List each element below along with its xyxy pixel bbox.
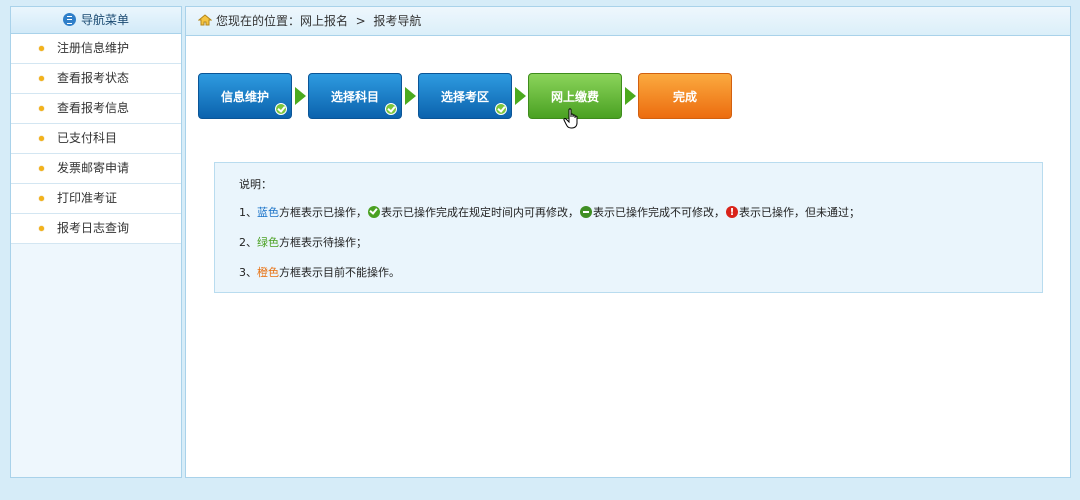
instruction-line-2: 2、绿色方框表示待操作； bbox=[239, 235, 1042, 251]
step-select-area[interactable]: 选择考区 bbox=[418, 73, 512, 119]
sidebar-item-label: 已支付科目 bbox=[57, 131, 118, 145]
breadcrumb-prefix: 您现在的位置： bbox=[216, 14, 301, 28]
instruction-line-1: 1、蓝色方框表示已操作， 表示已操作完成在规定时间内可再修改， 表示已操作完成不可修… bbox=[239, 205, 1042, 221]
sidebar-item-paid-subjects[interactable]: 已支付科目 bbox=[11, 124, 181, 154]
line-text: 表示已操作，但未通过； bbox=[739, 206, 860, 219]
sidebar-item-label: 查看报考信息 bbox=[57, 101, 130, 115]
bullet-icon bbox=[39, 166, 44, 171]
arrow-right-icon bbox=[295, 87, 306, 105]
sidebar-item-exam-log[interactable]: 报考日志查询 bbox=[11, 214, 181, 244]
check-icon bbox=[495, 103, 507, 115]
sidebar: 导航菜单 注册信息维护 查看报考状态 查看报考信息 已支付科目 发票邮寄申请 打… bbox=[10, 6, 182, 478]
instruction-line-3: 3、橙色方框表示目前不能操作。 bbox=[239, 265, 1042, 281]
arrow-right-icon bbox=[515, 87, 526, 105]
sidebar-item-exam-status[interactable]: 查看报考状态 bbox=[11, 64, 181, 94]
line-text: 方框表示目前不能操作。 bbox=[279, 266, 400, 279]
sidebar-item-label: 打印准考证 bbox=[57, 191, 118, 205]
step-label: 选择科目 bbox=[330, 90, 379, 104]
bullet-icon bbox=[39, 136, 44, 141]
step-label: 选择考区 bbox=[440, 90, 489, 104]
color-word-green: 绿色 bbox=[257, 236, 279, 249]
minus-circle-icon bbox=[580, 206, 592, 218]
menu-icon bbox=[62, 13, 76, 26]
breadcrumb-separator: > bbox=[355, 14, 366, 28]
check-circle-icon bbox=[368, 206, 380, 218]
error-circle-icon bbox=[726, 205, 738, 221]
line-prefix: 1、 bbox=[239, 206, 257, 219]
breadcrumb-item-online-registration[interactable]: 网上报名 bbox=[300, 14, 348, 28]
main-panel: 您现在的位置：网上报名 > 报考导航 信息维护 选择科目 选择考区 网上缴费 完… bbox=[185, 6, 1071, 478]
sidebar-header: 导航菜单 bbox=[11, 7, 181, 34]
bullet-icon bbox=[39, 196, 44, 201]
step-complete[interactable]: 完成 bbox=[638, 73, 732, 119]
step-label: 完成 bbox=[672, 90, 697, 104]
step-info-maintain[interactable]: 信息维护 bbox=[198, 73, 292, 119]
line-text: 方框表示待操作； bbox=[279, 236, 367, 249]
sidebar-item-label: 注册信息维护 bbox=[57, 41, 130, 55]
line-text: 表示已操作完成在规定时间内可再修改， bbox=[381, 206, 579, 219]
line-prefix: 3、 bbox=[239, 266, 257, 279]
arrow-right-icon bbox=[625, 87, 636, 105]
sidebar-item-label: 发票邮寄申请 bbox=[57, 161, 130, 175]
line-text: 表示已操作完成不可修改， bbox=[593, 206, 725, 219]
sidebar-item-label: 报考日志查询 bbox=[57, 221, 130, 235]
step-label: 信息维护 bbox=[220, 90, 269, 104]
sidebar-item-label: 查看报考状态 bbox=[57, 71, 130, 85]
step-select-subject[interactable]: 选择科目 bbox=[308, 73, 402, 119]
bullet-icon bbox=[39, 76, 44, 81]
bullet-icon bbox=[39, 46, 44, 51]
check-icon bbox=[275, 103, 287, 115]
color-word-orange: 橙色 bbox=[257, 266, 279, 279]
breadcrumb-item-exam-navigation: 报考导航 bbox=[373, 14, 422, 28]
sidebar-item-invoice-mail[interactable]: 发票邮寄申请 bbox=[11, 154, 181, 184]
line-text: 方框表示已操作， bbox=[279, 206, 367, 219]
home-icon bbox=[198, 14, 212, 26]
sidebar-menu: 注册信息维护 查看报考状态 查看报考信息 已支付科目 发票邮寄申请 打印准考证 … bbox=[11, 34, 181, 244]
sidebar-item-exam-info[interactable]: 查看报考信息 bbox=[11, 94, 181, 124]
color-word-blue: 蓝色 bbox=[257, 206, 279, 219]
step-label: 网上缴费 bbox=[550, 90, 599, 104]
instructions-box: 说明： 1、蓝色方框表示已操作， 表示已操作完成在规定时间内可再修改， 表示已操作完… bbox=[214, 162, 1043, 293]
sidebar-item-print-ticket[interactable]: 打印准考证 bbox=[11, 184, 181, 214]
breadcrumb: 您现在的位置：网上报名 > 报考导航 bbox=[186, 7, 1070, 36]
arrow-right-icon bbox=[405, 87, 416, 105]
sidebar-title: 导航菜单 bbox=[80, 13, 129, 27]
bullet-icon bbox=[39, 106, 44, 111]
line-prefix: 2、 bbox=[239, 236, 257, 249]
sidebar-item-register-info[interactable]: 注册信息维护 bbox=[11, 34, 181, 64]
hand-cursor-icon bbox=[563, 108, 578, 129]
bullet-icon bbox=[39, 226, 44, 231]
instructions-title: 说明： bbox=[239, 178, 272, 191]
check-icon bbox=[385, 103, 397, 115]
